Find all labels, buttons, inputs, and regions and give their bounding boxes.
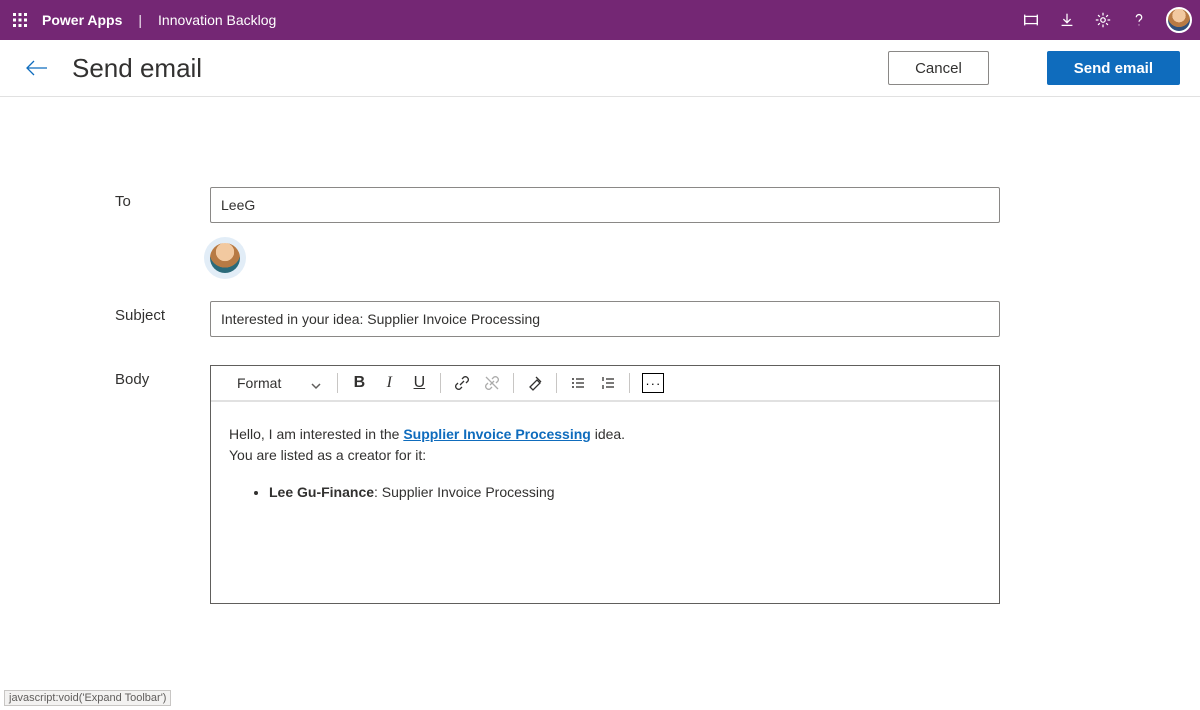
chevron-down-icon xyxy=(311,378,321,388)
email-form: To Subject Body Format xyxy=(0,97,1200,672)
body-text: Hello, I am interested in the xyxy=(229,426,403,442)
rich-text-editor: Format B I U xyxy=(210,365,1000,604)
brand-label[interactable]: Power Apps xyxy=(42,12,122,28)
fit-icon[interactable] xyxy=(1022,11,1040,29)
page-title: Send email xyxy=(72,53,202,84)
brand-separator: | xyxy=(138,12,142,28)
subject-label: Subject xyxy=(115,301,210,324)
gear-icon[interactable] xyxy=(1094,11,1112,29)
unlink-icon xyxy=(483,374,501,392)
more-toolbar-button[interactable]: ··· xyxy=(642,373,664,393)
idea-link[interactable]: Supplier Invoice Processing xyxy=(403,426,591,442)
waffle-icon[interactable] xyxy=(8,8,32,32)
link-icon[interactable] xyxy=(453,374,471,392)
bullet-list-icon[interactable] xyxy=(569,374,587,392)
underline-button[interactable]: U xyxy=(410,374,428,392)
editor-toolbar: Format B I U xyxy=(211,366,999,402)
cancel-button[interactable]: Cancel xyxy=(888,51,989,85)
format-dropdown[interactable]: Format xyxy=(237,375,325,391)
clear-format-icon[interactable] xyxy=(526,374,544,392)
format-dropdown-label: Format xyxy=(237,375,281,391)
body-text: You are listed as a creator for it: xyxy=(229,445,981,466)
editor-body[interactable]: Hello, I am interested in the Supplier I… xyxy=(211,402,999,603)
help-icon[interactable] xyxy=(1130,11,1148,29)
status-bar: javascript:void('Expand Toolbar') xyxy=(4,690,171,706)
numbered-list-icon[interactable] xyxy=(599,374,617,392)
back-button[interactable] xyxy=(20,52,52,84)
creator-list-item: Lee Gu-Finance: Supplier Invoice Process… xyxy=(269,482,981,503)
send-email-button[interactable]: Send email xyxy=(1047,51,1180,85)
italic-button[interactable]: I xyxy=(380,374,398,392)
app-name[interactable]: Innovation Backlog xyxy=(158,12,276,28)
to-input[interactable] xyxy=(210,187,1000,223)
recipient-avatar[interactable] xyxy=(210,243,240,273)
global-header: Power Apps | Innovation Backlog xyxy=(0,0,1200,40)
user-avatar[interactable] xyxy=(1166,7,1192,33)
subject-input[interactable] xyxy=(210,301,1000,337)
to-label: To xyxy=(115,187,210,210)
body-label: Body xyxy=(115,365,210,388)
creator-name: Lee Gu-Finance xyxy=(269,484,374,500)
download-icon[interactable] xyxy=(1058,11,1076,29)
command-bar: Send email Cancel Send email xyxy=(0,40,1200,97)
creator-idea: : Supplier Invoice Processing xyxy=(374,484,555,500)
bold-button[interactable]: B xyxy=(350,374,368,392)
body-text: idea. xyxy=(591,426,625,442)
